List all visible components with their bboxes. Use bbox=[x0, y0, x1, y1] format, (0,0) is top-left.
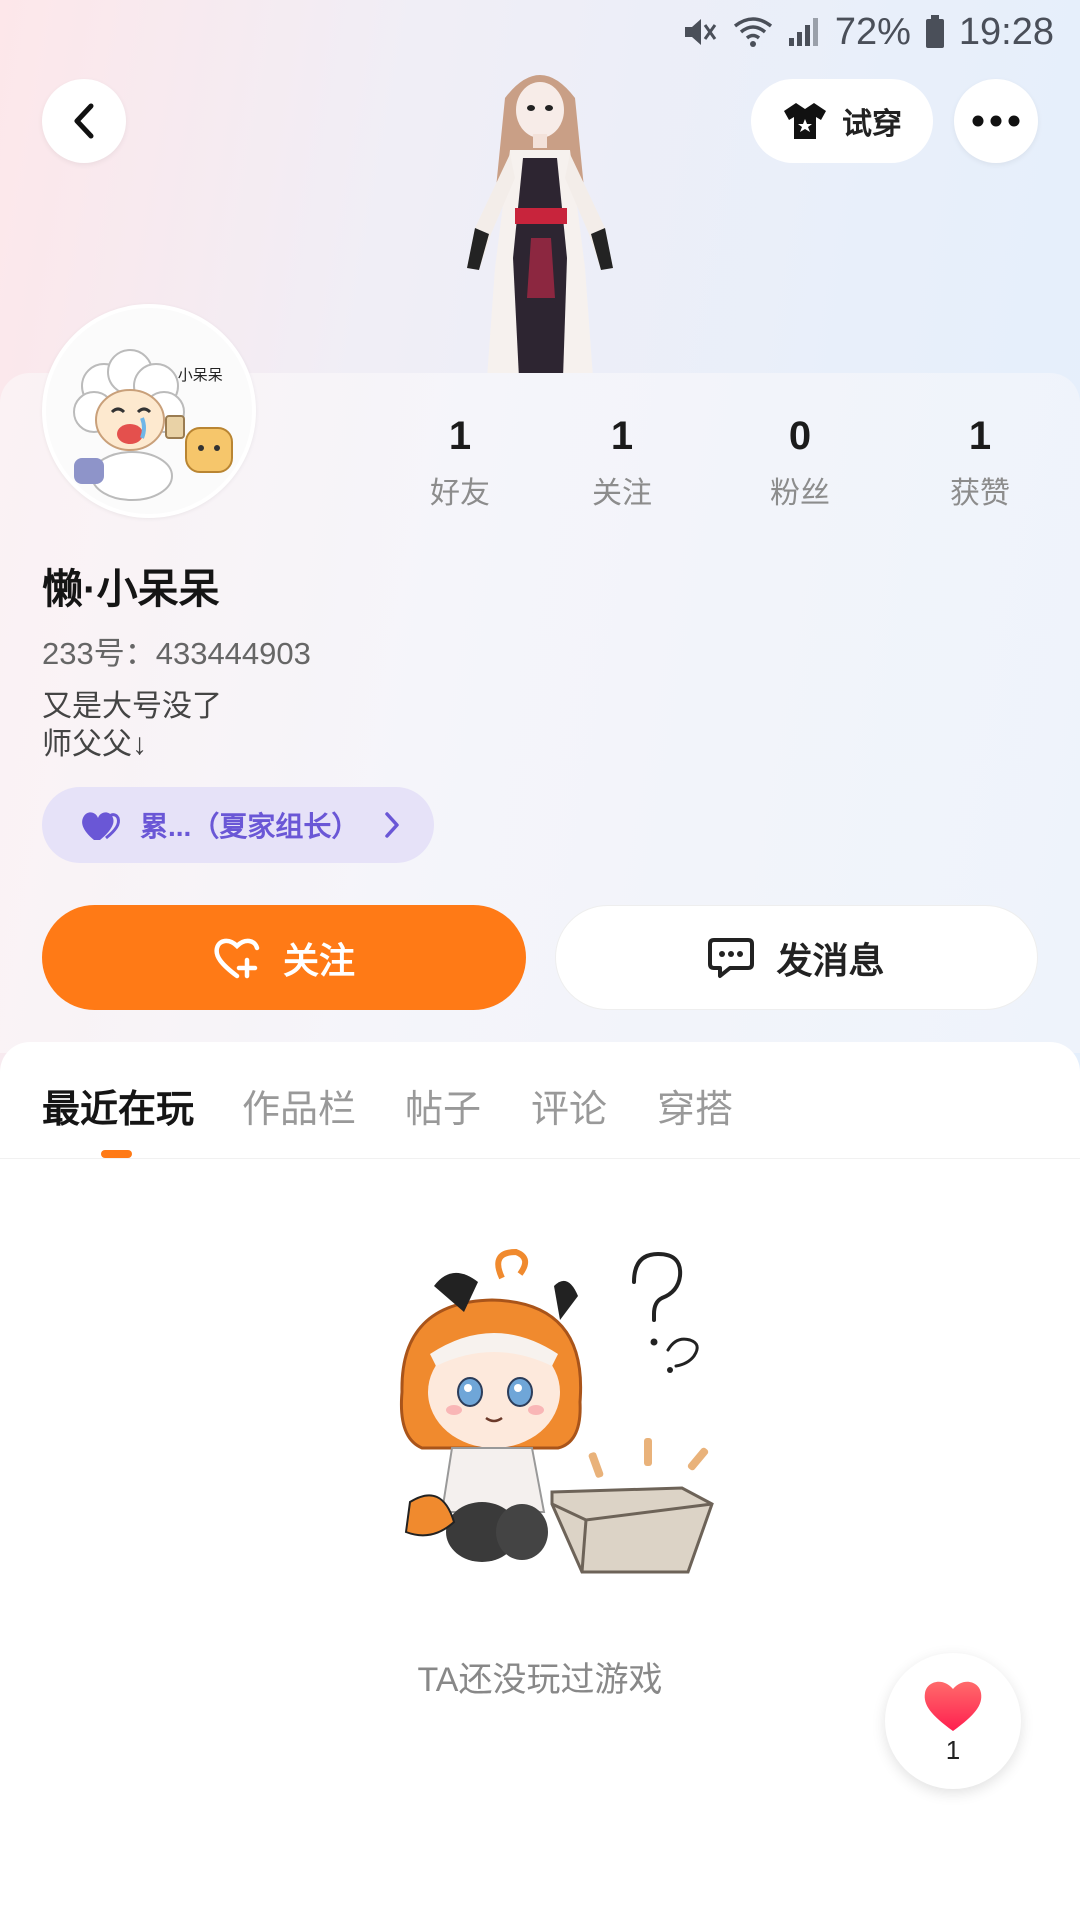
stat-value: 1 bbox=[968, 414, 992, 458]
like-count: 1 bbox=[945, 1734, 961, 1765]
stat-value: 0 bbox=[788, 414, 812, 458]
user-id[interactable]: 233号：433444903 bbox=[42, 628, 311, 673]
stat-label: 好友 bbox=[430, 477, 490, 510]
bio-line: 师父父↓ bbox=[42, 728, 147, 761]
family-tag[interactable]: 累...（夏家组长） bbox=[42, 787, 434, 863]
more-button[interactable] bbox=[954, 79, 1038, 163]
more-dots-icon bbox=[972, 115, 1020, 127]
stat-label: 粉丝 bbox=[770, 477, 830, 510]
profile-stats: 1 好友 1 关注 0 粉丝 1 获赞 bbox=[400, 410, 1040, 520]
bio: 又是大号没了 师父父↓ bbox=[42, 688, 222, 764]
tab-indicator bbox=[101, 1150, 132, 1158]
avatar[interactable]: 懒 • 小呆呆 bbox=[42, 304, 256, 518]
heart-icon bbox=[924, 1681, 982, 1731]
message-label: 发消息 bbox=[776, 939, 885, 981]
empty-state-illustration bbox=[399, 1248, 714, 1574]
stat-fans[interactable]: 0 粉丝 bbox=[740, 410, 860, 512]
heart-plus-icon bbox=[214, 938, 260, 978]
tab-posts[interactable]: 帖子 bbox=[405, 1078, 481, 1133]
tab-recently-played[interactable]: 最近在玩 bbox=[42, 1078, 194, 1133]
message-button[interactable]: 发消息 bbox=[555, 905, 1038, 1010]
family-tag-label: 累...（夏家组长） bbox=[140, 811, 360, 842]
chat-bubble-icon bbox=[708, 937, 755, 978]
try-on-button[interactable]: 试穿 bbox=[751, 79, 933, 163]
tshirt-icon bbox=[784, 103, 826, 139]
stat-friends[interactable]: 1 好友 bbox=[400, 410, 520, 512]
heart-pair-icon bbox=[82, 812, 120, 840]
bio-line: 又是大号没了 bbox=[42, 690, 222, 723]
chevron-right-icon bbox=[385, 812, 399, 838]
nickname: 懒·小呆呆 bbox=[42, 566, 220, 612]
sheep-avatar-illustration: 懒 • 小呆呆 bbox=[46, 308, 252, 514]
content-sheet: 最近在玩 作品栏 帖子 评论 穿搭 TA还没玩过游戏 bbox=[0, 1042, 1080, 1920]
tab-outfits[interactable]: 穿搭 bbox=[657, 1078, 733, 1133]
chevron-left-icon bbox=[74, 103, 94, 139]
try-on-label: 试穿 bbox=[842, 108, 902, 141]
follow-button[interactable]: 关注 bbox=[42, 905, 526, 1010]
follow-label: 关注 bbox=[282, 939, 355, 981]
stat-label: 关注 bbox=[592, 477, 652, 510]
stat-following[interactable]: 1 关注 bbox=[562, 410, 682, 512]
stat-likes[interactable]: 1 获赞 bbox=[920, 410, 1040, 512]
floating-like-button[interactable]: 1 bbox=[885, 1653, 1021, 1789]
tab-bar: 最近在玩 作品栏 帖子 评论 穿搭 bbox=[0, 1042, 1080, 1159]
tab-works[interactable]: 作品栏 bbox=[242, 1078, 356, 1133]
stat-label: 获赞 bbox=[950, 477, 1010, 510]
tab-comments[interactable]: 评论 bbox=[531, 1078, 607, 1133]
stat-value: 1 bbox=[448, 414, 472, 458]
stat-value: 1 bbox=[610, 414, 634, 458]
back-button[interactable] bbox=[42, 79, 126, 163]
avatar-3d-figure bbox=[467, 75, 613, 378]
